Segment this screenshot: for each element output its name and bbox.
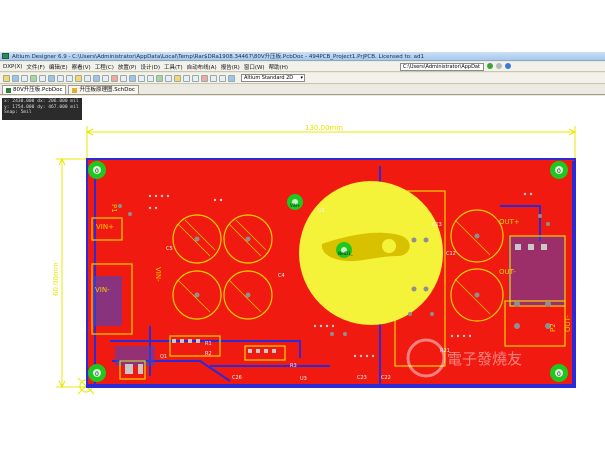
rubber-stamp-icon[interactable]: [84, 74, 91, 82]
menu-reports[interactable]: 报告(R): [221, 63, 240, 71]
regulator-pour: [115, 346, 155, 366]
fill-icon[interactable]: [201, 74, 208, 82]
via-icon[interactable]: [183, 74, 190, 82]
menu-view[interactable]: 察看(V): [72, 63, 91, 71]
paste-icon[interactable]: [75, 74, 82, 82]
zoom-area-icon[interactable]: [39, 74, 46, 82]
designator-r3: R3: [290, 363, 297, 369]
menu-bar: DXP(X) 文件(F) 编辑(E) 察看(V) 工程(C) 放置(P) 设计(…: [0, 62, 605, 72]
width-dimension-label: 130.00mm: [305, 124, 343, 132]
undo-icon[interactable]: [138, 74, 145, 82]
hole-label-br: 0: [557, 371, 561, 378]
menu-file[interactable]: 文件(F): [26, 63, 44, 71]
vin-minus-label: VIN-: [95, 286, 110, 294]
zoom-fit-icon[interactable]: [30, 74, 37, 82]
hole-label-tl: 0: [95, 168, 99, 175]
select-area-icon[interactable]: [93, 74, 100, 82]
out-rot-label: OUT-: [564, 315, 572, 332]
save-icon[interactable]: [12, 74, 19, 82]
view-configuration-value: Altium Standard 2D: [244, 75, 294, 81]
designator-c23: C23: [357, 375, 367, 381]
cut-icon[interactable]: [57, 74, 64, 82]
designator-c22: C22: [381, 375, 391, 381]
designator-q1: Q1: [160, 354, 167, 360]
move-icon[interactable]: [102, 74, 109, 82]
pcb-document-icon: [6, 87, 11, 93]
designator-c12: C12: [446, 251, 456, 257]
watermark-text: 電子發燒友: [447, 350, 522, 368]
forward-icon[interactable]: [496, 63, 502, 69]
string-icon[interactable]: [219, 74, 226, 82]
p2-label: P2: [549, 323, 557, 332]
cross-probe-icon[interactable]: [129, 74, 136, 82]
view-configuration-select[interactable]: Altium Standard 2D ▾: [241, 74, 305, 82]
hole-label-bl: 0: [95, 371, 99, 378]
designator-r1: R1: [205, 341, 212, 347]
menu-tools[interactable]: 工具(T): [164, 63, 183, 71]
title-bar: Altium Designer 6.9 - C:\Users\Administr…: [0, 52, 605, 61]
tab-label: 80V升压板.PcbDoc: [13, 87, 63, 93]
designator-c13: C13: [432, 222, 442, 228]
deselect-icon[interactable]: [111, 74, 118, 82]
menu-design[interactable]: 设计(D): [140, 63, 160, 71]
main-toolbar: Altium Standard 2D ▾: [0, 73, 605, 84]
back-icon[interactable]: [487, 63, 493, 69]
height-dimension: [56, 157, 88, 389]
menu-autoroute[interactable]: 自动布线(A): [187, 63, 217, 71]
menu-help[interactable]: 帮助(H): [269, 63, 288, 71]
vin-rot-label: VIN-: [154, 267, 162, 282]
pad-icon[interactable]: [174, 74, 181, 82]
home-icon[interactable]: [505, 63, 511, 69]
nav-buttons: [487, 63, 511, 69]
polygon-icon[interactable]: [210, 74, 217, 82]
menu-window[interactable]: 窗口(W): [244, 63, 265, 71]
chevron-down-icon: ▾: [300, 75, 303, 81]
designator-u3: U3: [300, 376, 307, 382]
vin-minus-pour: [92, 276, 122, 326]
out-minus-label: OUT-: [499, 268, 516, 276]
vin-pad-label: VIN+: [290, 203, 300, 208]
redo-icon[interactable]: [147, 74, 154, 82]
menu-place[interactable]: 放置(P): [118, 63, 137, 71]
document-path-input[interactable]: C:\Users\Administrator\AppDat: [400, 63, 484, 71]
window-title: Altium Designer 6.9 - C:\Users\Administr…: [12, 54, 424, 60]
tab-sch-doc[interactable]: 升压板原理图.SchDoc: [68, 85, 139, 94]
height-dimension-label: 60.00mm: [52, 262, 60, 296]
designator-c4: C4: [278, 273, 285, 279]
designator-c26: C26: [232, 375, 242, 381]
document-path-value: C:\Users\Administrator\AppDat: [403, 64, 480, 70]
pcb-canvas[interactable]: x: 2430.000 dx: 206.000 mil y: 1754.000 …: [0, 96, 605, 402]
netd1-pad-label: NetD1_: [338, 251, 354, 256]
hole-label-tr: 0: [557, 168, 561, 175]
menu-dxp[interactable]: DXP(X): [3, 64, 22, 70]
p1-label: P1: [110, 204, 118, 213]
tab-pcb-doc[interactable]: 80V升压板.PcbDoc: [2, 85, 67, 94]
designator-c5: C5: [166, 246, 173, 252]
altium-window: Altium Designer 6.9 - C:\Users\Administr…: [0, 52, 605, 402]
vin-plus-label: VIN+: [96, 223, 114, 231]
open-folder-icon[interactable]: [3, 74, 10, 82]
out-plus-label: OUT+: [499, 218, 520, 226]
inductor-pad-hole: [382, 239, 396, 253]
schematic-document-icon: [72, 87, 78, 93]
interactive-route-icon[interactable]: [165, 74, 172, 82]
designator-u1: U1: [318, 208, 325, 214]
copy-icon[interactable]: [66, 74, 73, 82]
pcb-drawing: 130.00mm 60.00mm 0 0 0 0 VIN+ NetD1_ VIN…: [52, 124, 577, 395]
designator-r2: R2: [205, 351, 212, 357]
route-icon[interactable]: [156, 74, 163, 82]
menu-edit[interactable]: 编辑(E): [49, 63, 68, 71]
altium-logo-icon: [2, 53, 9, 59]
menu-project[interactable]: 工程(C): [95, 63, 114, 71]
component-icon[interactable]: [228, 74, 235, 82]
print-icon[interactable]: [21, 74, 28, 82]
zoom-selected-icon[interactable]: [48, 74, 55, 82]
arc-icon[interactable]: [192, 74, 199, 82]
tab-label: 升压板原理图.SchDoc: [79, 87, 135, 93]
document-tabs: 80V升压板.PcbDoc 升压板原理图.SchDoc: [0, 85, 605, 95]
clear-filter-icon[interactable]: [120, 74, 127, 82]
